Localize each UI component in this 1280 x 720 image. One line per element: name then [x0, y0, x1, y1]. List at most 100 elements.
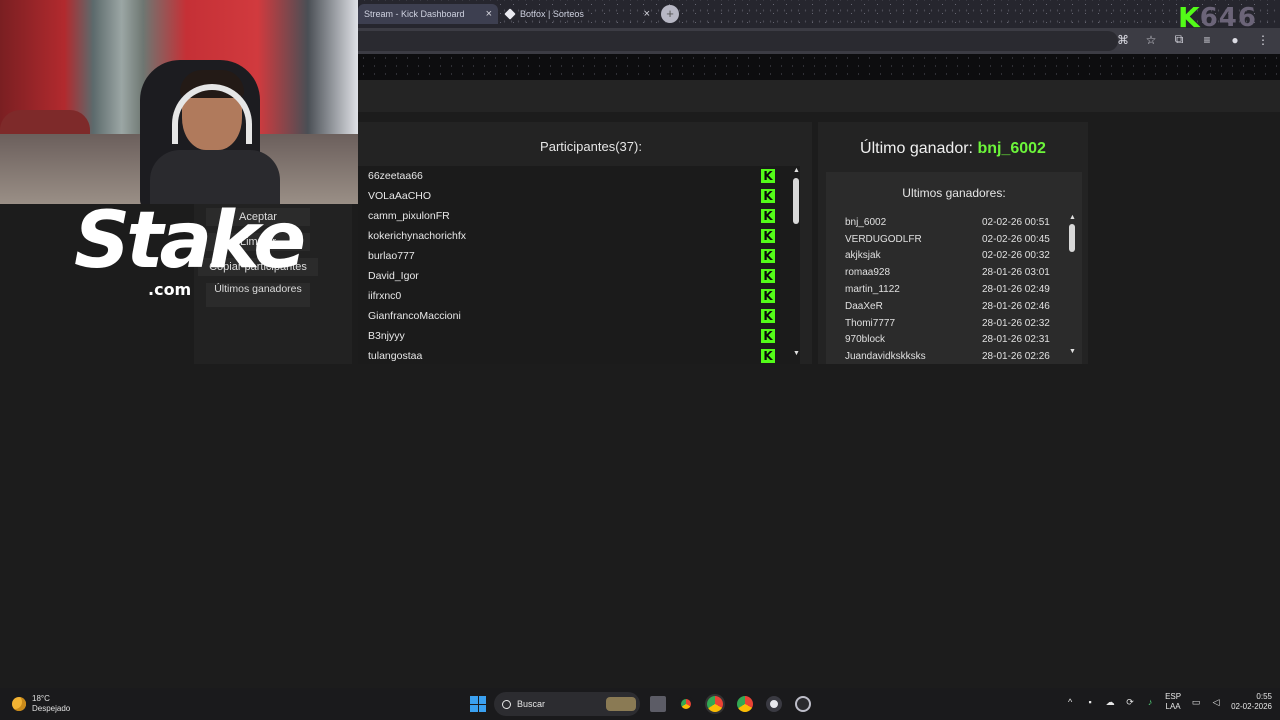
media-player-icon[interactable] [766, 696, 782, 712]
close-tab-icon[interactable]: × [644, 8, 650, 20]
winner-name: DaaXeR [845, 300, 883, 312]
viewer-count: 646 [1199, 3, 1257, 33]
participants-list[interactable]: 66zeetaa66 K VOLaAaCHO Kcamm_pixulonFR Kkoke… [358, 166, 800, 364]
kick-badge-icon: K [761, 229, 775, 243]
winner-row: Thomi7777 28-01-26 02:32 [826, 315, 1066, 332]
participant-row[interactable]: iifrxnc0 K [358, 286, 800, 306]
search-highlight-icon[interactable] [606, 697, 636, 711]
kick-badge-icon: K [761, 309, 775, 323]
participant-name: 66zeetaa66 [368, 170, 423, 182]
scroll-down-icon[interactable]: ▼ [793, 350, 800, 357]
volume-icon[interactable]: ◁ [1211, 697, 1221, 708]
participant-row[interactable]: VOLaAaCHO K [358, 186, 800, 206]
participant-row[interactable]: 66zeetaa66 K [358, 166, 800, 186]
participant-row[interactable]: tulangostaa K [358, 346, 800, 364]
last-winners-button[interactable]: Últimos ganadores [206, 283, 310, 307]
kick-badge-icon: K [761, 249, 775, 263]
obs-icon[interactable] [795, 696, 811, 712]
bookmark-star-icon[interactable]: ☆ [1144, 33, 1158, 47]
kick-badge-icon: K [761, 269, 775, 283]
participant-row[interactable]: GianfrancoMaccioni K [358, 306, 800, 326]
scroll-up-icon[interactable]: ▲ [793, 167, 800, 174]
extensions-icon[interactable]: ⧉ [1172, 32, 1186, 47]
winners-list[interactable]: bnj_6002 02-02-26 00:51 VERDUGODLFR 02-02-2… [826, 214, 1066, 360]
weather-temp: 18°C [32, 694, 50, 703]
stake-logo: Stake .com [74, 196, 306, 299]
winner-name: romaa928 [845, 267, 891, 279]
kick-logo-icon: K [1178, 1, 1200, 34]
tab-kick-dashboard[interactable]: Stream - Kick Dashboard × [358, 4, 498, 24]
weather-widget[interactable]: 18°C Despejado [12, 694, 70, 714]
last-winner-name: bnj_6002 [977, 140, 1046, 157]
address-bar[interactable] [358, 31, 1118, 51]
winner-name: Thomi7777 [845, 317, 896, 329]
winner-date: 28-01-26 02:49 [982, 284, 1050, 296]
tab-botfox-sorteos[interactable]: Botfox | Sorteos × [500, 4, 656, 24]
participant-name: iifrxnc0 [368, 290, 402, 302]
tray-app-icon[interactable]: ▪ [1085, 697, 1095, 707]
participant-row[interactable]: camm_pixulonFR K [358, 206, 800, 226]
language-indicator[interactable]: ESP LAA [1165, 692, 1181, 712]
profile-icon[interactable]: ● [1228, 33, 1242, 47]
winner-row: martin_1122 28-01-26 02:49 [826, 281, 1066, 298]
winners-list-box: Ultimos ganadores: bnj_6002 02-02-26 00:5… [826, 172, 1082, 364]
keyboard-layout: LAA [1165, 702, 1181, 711]
search-placeholder: Buscar [517, 699, 546, 709]
clock-time: 0:55 [1256, 692, 1272, 701]
language-code: ESP [1165, 692, 1182, 701]
participant-name: camm_pixulonFR [368, 210, 450, 222]
menu-kebab-icon[interactable]: ⋮ [1256, 33, 1270, 47]
kick-badge-icon: K [761, 209, 775, 223]
participant-name: David_Igor [368, 270, 419, 282]
scrollbar-thumb[interactable] [1069, 224, 1075, 252]
kick-badge-icon: K [761, 169, 775, 183]
windows-start-icon[interactable] [470, 696, 486, 712]
close-tab-icon[interactable]: × [486, 8, 492, 20]
scroll-down-icon[interactable]: ▼ [1069, 348, 1076, 355]
new-tab-button[interactable]: + [661, 5, 679, 23]
participant-name: B3njyyy [368, 330, 405, 342]
winner-date: 28-01-26 02:32 [982, 317, 1050, 329]
tab-label: Stream - Kick Dashboard [364, 9, 465, 19]
chrome-profile-icon[interactable] [737, 696, 753, 712]
network-icon[interactable]: ▭ [1191, 697, 1201, 708]
chrome-active-icon[interactable] [707, 696, 723, 712]
participant-row[interactable]: kokerichynachorichfx K [358, 226, 800, 246]
chrome-icon[interactable] [678, 696, 694, 712]
kick-badge-icon: K [761, 329, 775, 343]
moon-icon [12, 697, 26, 711]
cloud-icon[interactable]: ☁ [1105, 697, 1115, 708]
page-header-band [358, 54, 1280, 80]
tab-label: Botfox | Sorteos [520, 9, 584, 19]
winner-row: 970block 28-01-26 02:31 [826, 332, 1066, 349]
winners-scrollbar[interactable] [1069, 222, 1075, 346]
participant-name: tulangostaa [368, 350, 423, 362]
search-icon [502, 699, 511, 709]
winner-date: 28-01-26 02:31 [982, 334, 1050, 346]
chevron-up-icon[interactable]: ^ [1065, 697, 1075, 707]
winners-list-title: Ultimos ganadores: [902, 186, 1006, 200]
clock-date: 02-02-2026 [1231, 702, 1272, 711]
sync-icon[interactable]: ⟳ [1125, 697, 1135, 708]
scrollbar-thumb[interactable] [793, 178, 799, 224]
scroll-up-icon[interactable]: ▲ [1069, 214, 1076, 221]
participant-row[interactable]: David_Igor K [358, 266, 800, 286]
winner-date: 02-02-26 00:51 [982, 216, 1050, 228]
media-icon[interactable]: ≡ [1200, 33, 1214, 47]
task-view-icon[interactable] [650, 696, 666, 712]
kick-badge-icon: K [761, 289, 775, 303]
winner-row: akjksjak 02-02-26 00:32 [826, 248, 1066, 265]
participant-name: VOLaAaCHO [368, 190, 432, 202]
last-winner-heading: Último ganador: bnj_6002 [818, 140, 1088, 158]
winner-name: bnj_6002 [845, 216, 887, 228]
winner-row: DaaXeR 28-01-26 02:46 [826, 298, 1066, 315]
winner-row: VERDUGODLFR 02-02-26 00:45 [826, 231, 1066, 248]
microphone-icon[interactable]: ♪ [1145, 697, 1155, 707]
translate-icon[interactable]: ⌘ [1116, 33, 1130, 47]
winner-date: 28-01-26 02:26 [982, 351, 1050, 360]
clock[interactable]: 0:55 02-02-2026 [1231, 692, 1272, 712]
participant-row[interactable]: B3njyyy K [358, 326, 800, 346]
participant-row[interactable]: burlao777 K [358, 246, 800, 266]
participant-name: GianfrancoMaccioni [368, 310, 461, 322]
participants-scrollbar[interactable] [793, 176, 799, 348]
